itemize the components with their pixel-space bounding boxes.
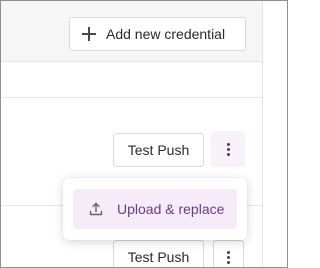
upload-icon [87, 200, 105, 218]
test-push-button[interactable]: Test Push [113, 240, 204, 267]
more-options-button[interactable] [213, 240, 244, 267]
row-actions-menu: Upload & replace [63, 178, 247, 240]
test-push-button[interactable]: Test Push [113, 133, 204, 167]
row-divider [1, 97, 262, 98]
toolbar: Add new credential [1, 1, 262, 62]
more-options-button[interactable] [211, 131, 245, 167]
add-new-credential-button[interactable]: Add new credential [69, 17, 246, 51]
add-new-credential-label: Add new credential [106, 26, 226, 42]
upload-and-replace-label: Upload & replace [117, 201, 225, 217]
test-push-label: Test Push [127, 142, 190, 158]
credentials-panel: Add new credential Test Push Test Push U [0, 0, 288, 268]
test-push-label: Test Push [127, 249, 190, 265]
more-vertical-icon [226, 142, 230, 146]
more-vertical-icon [227, 250, 230, 254]
upload-and-replace-menu-item[interactable]: Upload & replace [73, 189, 237, 229]
plus-icon [82, 27, 96, 41]
